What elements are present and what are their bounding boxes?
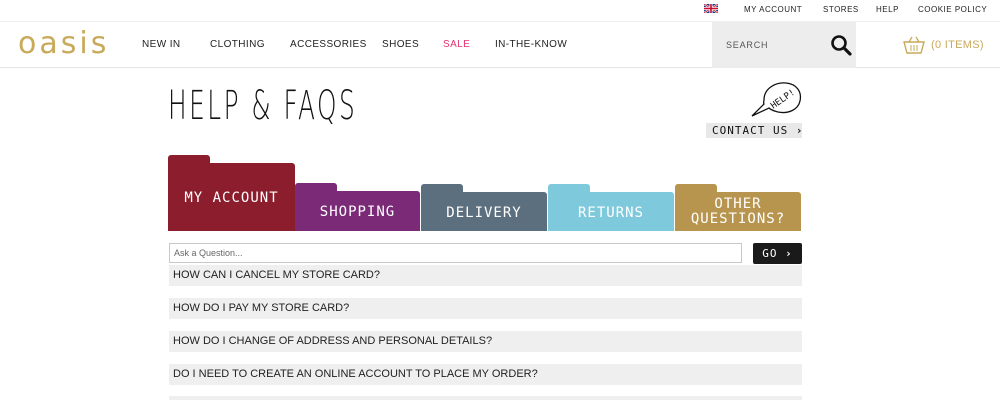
faq-item-partial[interactable] xyxy=(169,396,802,400)
page-title: HELP & FAQS xyxy=(168,83,358,129)
search-icon[interactable] xyxy=(830,34,852,56)
oasis-logo[interactable]: oasis xyxy=(18,27,109,61)
faq-item[interactable]: HOW DO I CHANGE OF ADDRESS AND PERSONAL … xyxy=(169,331,802,352)
help-link[interactable]: HELP xyxy=(876,5,899,14)
basket-count: (0 ITEMS) xyxy=(931,39,984,51)
nav-accessories[interactable]: ACCESSORIES xyxy=(290,39,367,50)
main-header: oasis NEW IN CLOTHING ACCESSORIES SHOES … xyxy=(0,22,1000,68)
nav-new-in[interactable]: NEW IN xyxy=(142,39,181,50)
contact-us-label: CONTACT US xyxy=(712,124,789,137)
faq-search-input[interactable] xyxy=(169,243,742,263)
tab-returns[interactable]: RETURNS xyxy=(548,184,674,231)
cookie-policy-link[interactable]: COOKIE POLICY xyxy=(918,5,987,14)
search-input[interactable] xyxy=(726,36,822,54)
tab-label: QUESTIONS? xyxy=(690,211,786,227)
faq-item[interactable]: HOW DO I PAY MY STORE CARD? xyxy=(169,298,802,319)
uk-flag-icon[interactable] xyxy=(704,4,718,13)
search-box xyxy=(712,22,856,68)
tab-label: MY ACCOUNT xyxy=(184,190,279,206)
tab-label: RETURNS xyxy=(577,205,644,221)
tab-delivery[interactable]: DELIVERY xyxy=(421,184,547,231)
stores-link[interactable]: STORES xyxy=(823,5,859,14)
tab-label: DELIVERY xyxy=(446,205,522,221)
utility-bar: MY ACCOUNT STORES HELP COOKIE POLICY xyxy=(0,0,1000,22)
tab-my-account[interactable]: MY ACCOUNT xyxy=(168,155,295,231)
faq-item[interactable]: HOW CAN I CANCEL MY STORE CARD? xyxy=(169,265,802,286)
contact-us-button[interactable]: CONTACT US › xyxy=(706,123,804,138)
tab-shopping[interactable]: SHOPPING xyxy=(295,183,420,231)
nav-clothing[interactable]: CLOTHING xyxy=(210,39,265,50)
tab-other-questions[interactable]: OTHER QUESTIONS? xyxy=(675,184,801,231)
nav-in-the-know[interactable]: IN-THE-KNOW xyxy=(495,39,567,50)
faq-item[interactable]: DO I NEED TO CREATE AN ONLINE ACCOUNT TO… xyxy=(169,364,802,385)
tab-label: OTHER xyxy=(714,196,762,212)
go-button[interactable]: GO › xyxy=(753,243,802,264)
go-label: GO xyxy=(762,247,778,260)
basket-icon xyxy=(903,36,925,54)
chevron-right-icon: › xyxy=(785,247,793,260)
chevron-right-icon: › xyxy=(795,124,804,137)
nav-sale[interactable]: SALE xyxy=(443,39,470,50)
nav-shoes[interactable]: SHOES xyxy=(382,39,419,50)
help-speech-bubble-icon: HELP! xyxy=(751,82,802,117)
my-account-link[interactable]: MY ACCOUNT xyxy=(744,5,802,14)
tab-label: SHOPPING xyxy=(319,204,396,220)
